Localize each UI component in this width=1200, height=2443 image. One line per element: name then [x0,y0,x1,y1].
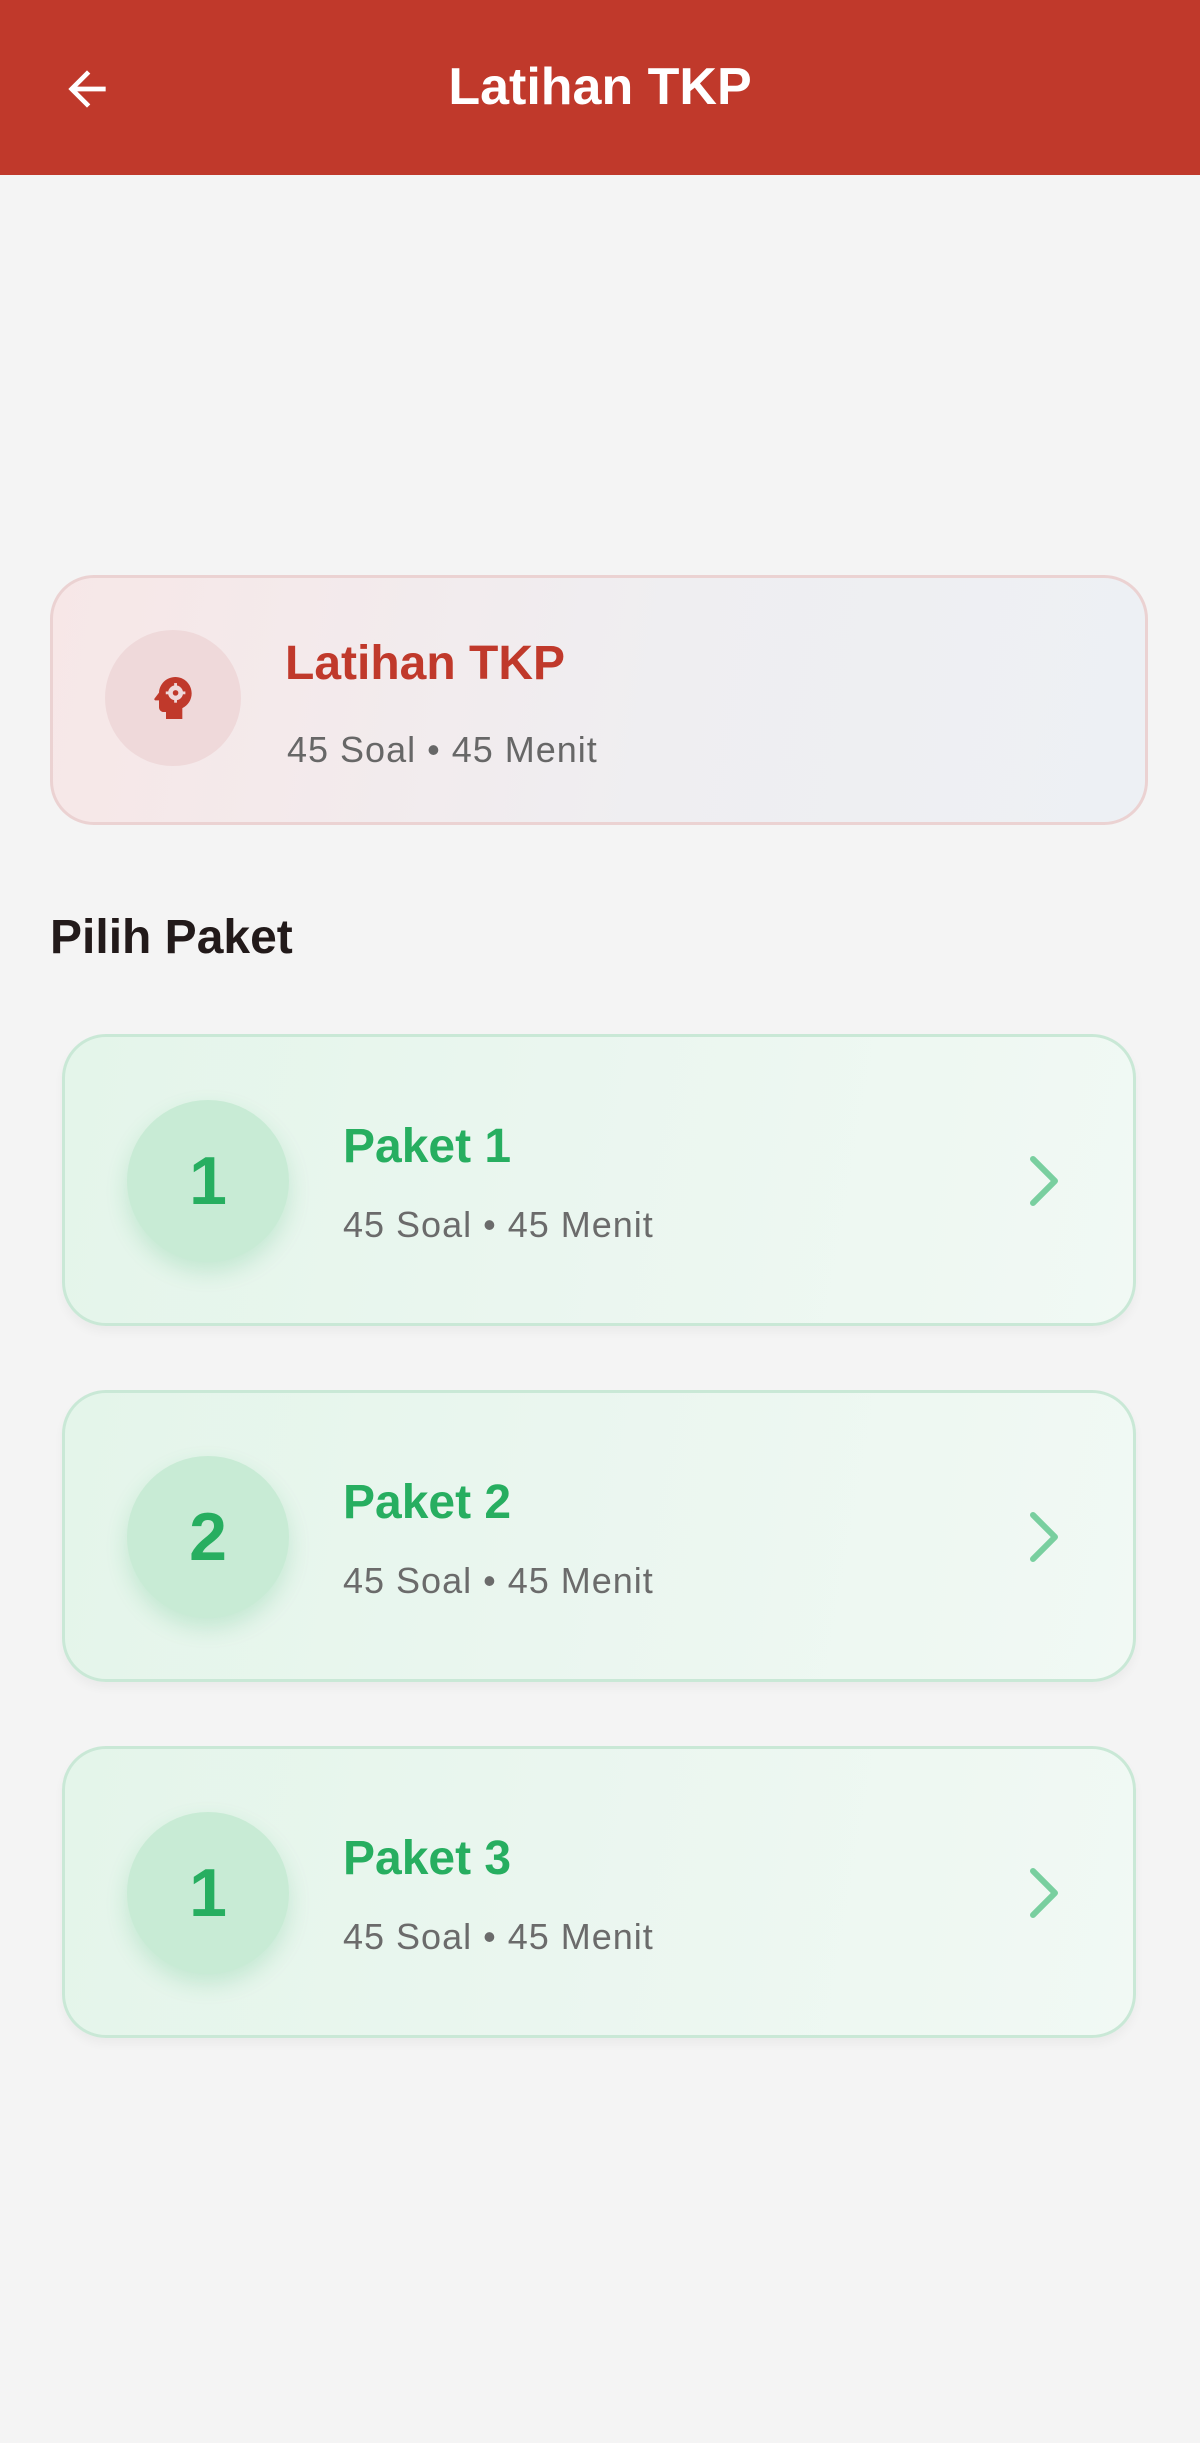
package-number-badge: 1 [127,1812,289,1974]
summary-subtitle: 45 Soal • 45 Menit [287,729,598,770]
package-card-2[interactable]: 2 Paket 2 45 Soal • 45 Menit [62,1390,1136,1682]
summary-title: Latihan TKP [285,637,566,690]
package-card-1[interactable]: 1 Paket 1 45 Soal • 45 Menit [62,1034,1136,1326]
head-gear-icon [154,677,192,719]
summary-icon-badge [105,630,241,766]
section-title: Pilih Paket [50,911,293,964]
page-title: Latihan TKP [448,58,752,116]
chevron-right-icon [1021,1505,1065,1569]
summary-card: Latihan TKP 45 Soal • 45 Menit [50,575,1148,825]
chevron-right-icon [1021,1861,1065,1925]
app-bar: Latihan TKP [0,0,1200,175]
package-title: Paket 3 [343,1832,512,1885]
package-subtitle: 45 Soal • 45 Menit [343,1916,654,1957]
package-number-badge: 1 [127,1100,289,1262]
package-subtitle: 45 Soal • 45 Menit [343,1560,654,1601]
package-title: Paket 2 [343,1476,512,1529]
package-subtitle: 45 Soal • 45 Menit [343,1204,654,1245]
package-title: Paket 1 [343,1120,512,1173]
package-number-badge: 2 [127,1456,289,1618]
chevron-right-icon [1021,1149,1065,1213]
package-card-3[interactable]: 1 Paket 3 45 Soal • 45 Menit [62,1746,1136,2038]
